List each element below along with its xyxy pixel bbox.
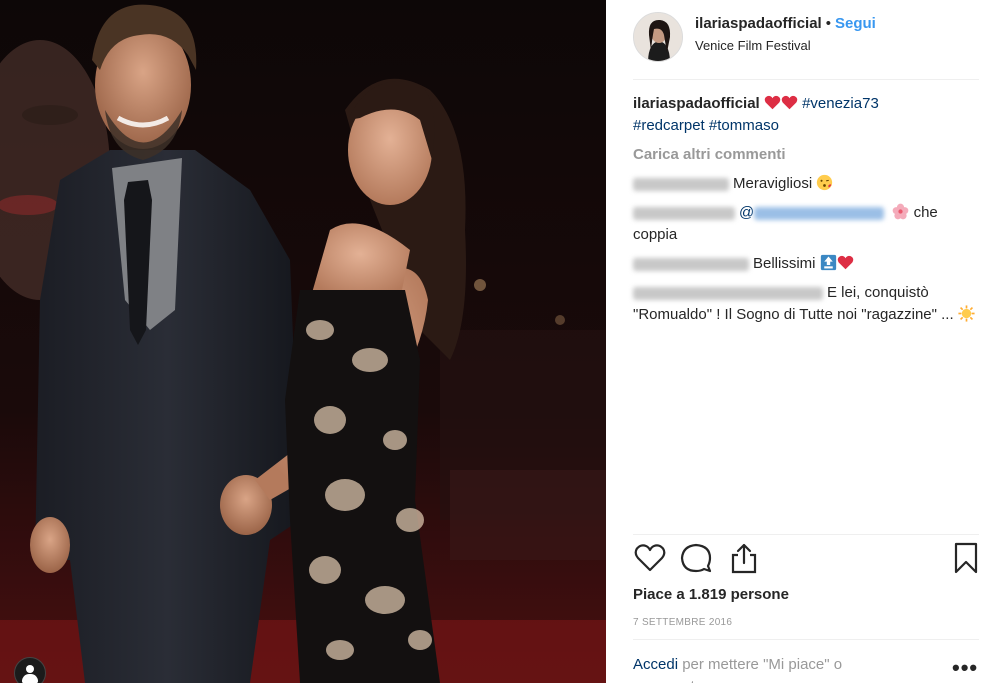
photo-illustration bbox=[0, 0, 606, 683]
like-button[interactable] bbox=[633, 541, 667, 575]
hashtag-link[interactable]: #venezia73 bbox=[802, 95, 879, 112]
red-heart-icon bbox=[837, 255, 853, 270]
post-username[interactable]: ilariaspadaofficial bbox=[695, 15, 822, 32]
comment-item: Meravigliosi bbox=[633, 173, 979, 195]
action-bar bbox=[633, 541, 979, 581]
login-link[interactable]: Accedi bbox=[633, 656, 678, 673]
footer-divider bbox=[633, 639, 979, 640]
blurred-username bbox=[633, 206, 735, 220]
post-header: ilariaspadaofficial • Segui Venice Film Fe… bbox=[606, 0, 985, 79]
red-heart-icon bbox=[781, 95, 798, 110]
load-more-comments-button[interactable]: Carica altri commenti bbox=[633, 144, 979, 166]
mention-prefix[interactable]: @ bbox=[739, 204, 754, 221]
blurred-username bbox=[633, 286, 823, 300]
red-heart-icon bbox=[764, 95, 781, 110]
avatar-image bbox=[634, 13, 682, 61]
header-divider bbox=[633, 79, 979, 80]
follow-button[interactable]: Segui bbox=[835, 15, 876, 32]
share-button[interactable] bbox=[727, 541, 761, 575]
likes-count[interactable]: Piace a 1.819 persone bbox=[633, 586, 789, 603]
blurred-mention[interactable] bbox=[754, 206, 885, 220]
bookmark-icon bbox=[954, 542, 978, 574]
comment-item: E lei, conquistò "Romualdo" ! Il Sogno d… bbox=[633, 282, 979, 326]
comment-button[interactable] bbox=[679, 541, 713, 575]
separator-dot: • bbox=[825, 15, 831, 32]
comment-item: Bellissimi bbox=[633, 253, 979, 275]
header-line: ilariaspadaofficial • Segui bbox=[695, 15, 876, 32]
save-button[interactable] bbox=[949, 541, 983, 575]
blurred-username bbox=[633, 177, 729, 191]
blurred-username bbox=[633, 257, 749, 271]
caption-username[interactable]: ilariaspadaofficial bbox=[633, 95, 760, 112]
comment-bubble-icon bbox=[680, 543, 712, 573]
comment-item: @ che coppia bbox=[633, 202, 979, 246]
avatar[interactable] bbox=[633, 12, 683, 62]
top-arrow-icon bbox=[820, 254, 836, 271]
hashtag-link[interactable]: #redcarpet bbox=[633, 117, 705, 134]
comment-text: Meravigliosi bbox=[733, 175, 813, 192]
hibiscus-icon bbox=[893, 203, 909, 220]
share-upload-icon bbox=[731, 543, 757, 574]
heart-outline-icon bbox=[634, 544, 666, 572]
comments-list: ilariaspadaofficial #venezia73 #redcarpe… bbox=[633, 93, 979, 333]
login-prompt: Accedi per mettere "Mi piace" o commenta… bbox=[633, 654, 933, 683]
kissing-face-icon bbox=[817, 174, 833, 191]
sun-icon bbox=[958, 305, 975, 322]
more-options-button[interactable]: ••• bbox=[952, 657, 978, 679]
post-date[interactable]: 7 SETTEMBRE 2016 bbox=[633, 617, 732, 628]
actions-divider bbox=[633, 534, 979, 535]
post-location[interactable]: Venice Film Festival bbox=[695, 38, 811, 53]
post-details-panel: ilariaspadaofficial • Segui Venice Film Fe… bbox=[606, 0, 985, 683]
tagged-people-icon[interactable] bbox=[14, 657, 46, 683]
comment-text: Bellissimi bbox=[753, 255, 816, 272]
hashtag-link[interactable]: #tommaso bbox=[709, 117, 779, 134]
caption: ilariaspadaofficial #venezia73 #redcarpe… bbox=[633, 93, 979, 137]
post-photo[interactable] bbox=[0, 0, 606, 683]
